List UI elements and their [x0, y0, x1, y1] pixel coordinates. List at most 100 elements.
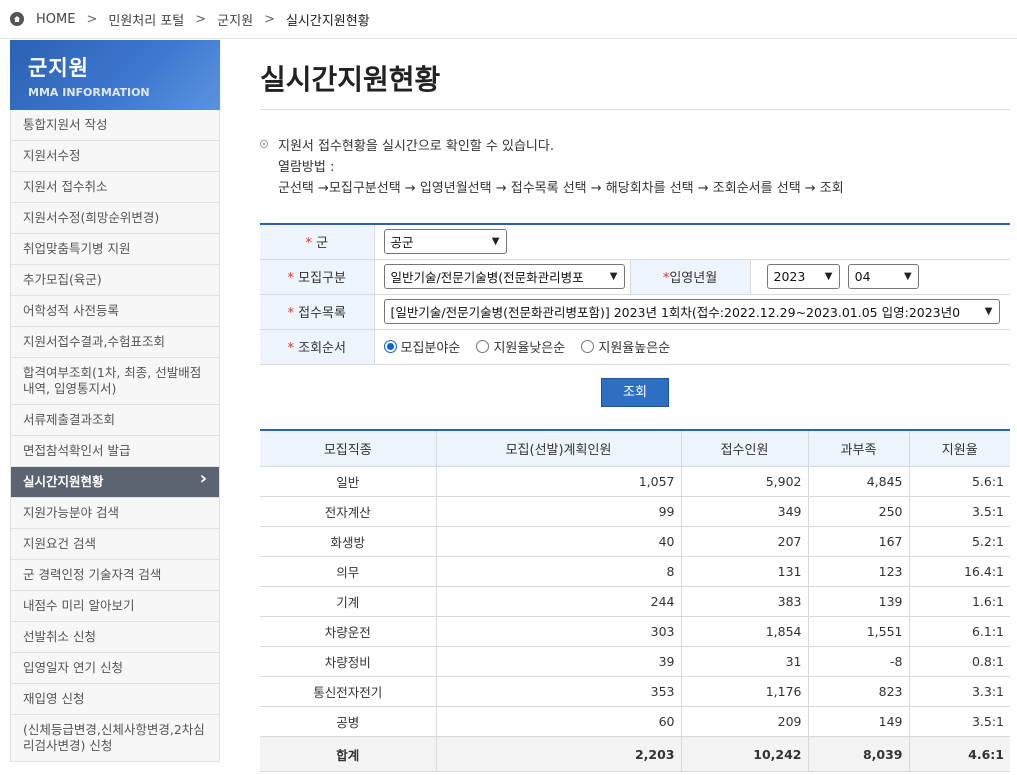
col-header: 모집직종 — [260, 429, 437, 467]
sidebar-item[interactable]: 합격여부조회(1차, 최종, 선발배점내역, 입영통지서) — [10, 358, 220, 405]
sidebar-item[interactable]: 지원서수정 — [10, 141, 220, 172]
sidebar-item[interactable]: (신체등급변경,신체사항변경,2차심리검사변경) 신청 — [10, 715, 220, 762]
table-cell: 209 — [681, 706, 809, 737]
home-icon[interactable] — [10, 12, 24, 26]
table-total-row: 합계 2,203 10,242 8,039 4.6:1 — [260, 736, 1010, 772]
table-cell: 353 — [436, 676, 682, 707]
table-cell: 6.1:1 — [909, 616, 1010, 647]
table-cell: 131 — [681, 556, 809, 587]
col-header: 접수인원 — [681, 429, 809, 467]
table-cell: 일반 — [260, 466, 437, 497]
table-row: 전자계산 99 349 250 3.5:1 — [260, 496, 1010, 527]
sidebar: 군지원 MMA INFORMATION 통합지원서 작성 지원서수정 지원서 접… — [10, 40, 220, 762]
table-cell: 통신전자전기 — [260, 676, 437, 707]
table-cell: 31 — [681, 646, 809, 677]
search-button[interactable]: 조회 — [601, 377, 669, 407]
chevron-down-icon: ▼ — [824, 271, 833, 282]
table-cell: 0.8:1 — [909, 646, 1010, 677]
table-row: 화생방 40 207 167 5.2:1 — [260, 526, 1010, 557]
sidebar-item[interactable]: 군 경력인정 기술자격 검색 — [10, 560, 220, 591]
table-cell: 3.5:1 — [909, 496, 1010, 527]
table-row: 일반 1,057 5,902 4,845 5.6:1 — [260, 466, 1010, 497]
list-select[interactable]: [일반기술/전문기술병(전문화관리병포함)] 2023년 1회차(접수:2022… — [383, 299, 1000, 324]
breadcrumb-home[interactable]: HOME — [36, 12, 75, 27]
table-cell: 99 — [436, 496, 682, 527]
sidebar-item[interactable]: 지원요건 검색 — [10, 529, 220, 560]
sidebar-item[interactable]: 추가모집(육군) — [10, 265, 220, 296]
table-row: 공병 60 209 149 3.5:1 — [260, 706, 1010, 737]
branch-select[interactable]: 공군 ▼ — [383, 229, 507, 255]
table-cell: 1,176 — [681, 676, 809, 707]
table-cell: 123 — [808, 556, 910, 587]
table-row: 통신전자전기 353 1,176 823 3.3:1 — [260, 676, 1010, 707]
sidebar-item-active[interactable]: 실시간지원현황 — [10, 467, 220, 498]
sidebar-item[interactable]: 통합지원서 작성 — [10, 110, 220, 141]
radio-icon[interactable] — [581, 339, 595, 353]
sidebar-item[interactable]: 지원가능분야 검색 — [10, 498, 220, 529]
radio-checked-icon[interactable] — [383, 339, 397, 353]
table-body: 일반 1,057 5,902 4,845 5.6:1 전자계산 99 349 250 3.5:1 화… — [260, 466, 1010, 772]
desc-line-3: 군선택 →모집구분선택 → 입영년월선택 → 접수목록 선택 → 해당회차를 선… — [278, 181, 844, 196]
table-cell: 8,039 — [808, 736, 910, 772]
sidebar-item[interactable]: 면접참석확인서 발급 — [10, 436, 220, 467]
breadcrumb-item-portal[interactable]: 민원처리 포털 — [108, 10, 184, 29]
table-cell: 383 — [681, 586, 809, 617]
order-radio-field[interactable]: 모집분야순 — [383, 337, 460, 356]
page-description: 지원서 접수현황을 실시간으로 확인할 수 있습니다. 열람방법 : 군선택 →… — [260, 136, 1010, 199]
table-cell: 60 — [436, 706, 682, 737]
table-row: 의무 8 131 123 16.4:1 — [260, 556, 1010, 587]
desc-line-1: 지원서 접수현황을 실시간으로 확인할 수 있습니다. — [278, 139, 554, 154]
table-cell: 3.3:1 — [909, 676, 1010, 707]
breadcrumb-current: 실시간지원현황 — [285, 13, 370, 29]
table-cell: 1.6:1 — [909, 586, 1010, 617]
chevron-right-icon: > — [195, 11, 207, 27]
table-cell: 차량정비 — [260, 646, 437, 677]
category-label: * 모집구분 — [260, 259, 375, 295]
order-radio-high[interactable]: 지원율높은순 — [581, 337, 670, 356]
radio-icon[interactable] — [476, 339, 490, 353]
year-select[interactable]: 2023 ▼ — [766, 264, 840, 289]
table-cell: 5,902 — [681, 466, 809, 497]
table-cell: 화생방 — [260, 526, 437, 557]
table-row: 기계 244 383 139 1.6:1 — [260, 586, 1010, 617]
table-cell: 39 — [436, 646, 682, 677]
table-cell: 3.5:1 — [909, 706, 1010, 737]
chevron-down-icon: ▼ — [491, 236, 500, 248]
month-select[interactable]: 04 ▼ — [847, 264, 919, 289]
sidebar-item[interactable]: 내점수 미리 알아보기 — [10, 591, 220, 622]
table-cell: 4.6:1 — [909, 736, 1010, 772]
table-cell: 10,242 — [681, 736, 809, 772]
table-cell: 의무 — [260, 556, 437, 587]
sidebar-title: 군지원 — [28, 56, 89, 80]
table-cell: 기계 — [260, 586, 437, 617]
table-cell: 349 — [681, 496, 809, 527]
table-cell: 823 — [808, 676, 910, 707]
col-header: 과부족 — [808, 429, 910, 467]
table-cell: 1,854 — [681, 616, 809, 647]
sidebar-item[interactable]: 입영일자 연기 신청 — [10, 653, 220, 684]
order-radio-low[interactable]: 지원율낮은순 — [476, 337, 565, 356]
search-form: * 군 공군 ▼ * 모집구분 일반기술/전문기술병(전문화관리병포 ▼ *입영년월… — [260, 223, 1010, 365]
order-label: * 조회순서 — [260, 329, 375, 365]
chevron-right-icon: > — [86, 11, 98, 27]
table-cell: 1,057 — [436, 466, 682, 497]
table-cell: 차량운전 — [260, 616, 437, 647]
sidebar-item[interactable]: 재입영 신청 — [10, 684, 220, 715]
sidebar-item[interactable]: 지원서수정(희망순위변경) — [10, 203, 220, 234]
sidebar-item[interactable]: 선발취소 신청 — [10, 622, 220, 653]
sidebar-item[interactable]: 서류제출결과조회 — [10, 405, 220, 436]
chevron-down-icon: ▼ — [903, 271, 912, 282]
sidebar-item[interactable]: 어학성적 사전등록 — [10, 296, 220, 327]
breadcrumb-item-support[interactable]: 군지원 — [217, 10, 253, 29]
col-header: 모집(선발)계획인원 — [436, 429, 682, 467]
sidebar-item[interactable]: 지원서 접수취소 — [10, 172, 220, 203]
sidebar-item[interactable]: 지원서접수결과,수험표조회 — [10, 327, 220, 358]
table-cell: 4,845 — [808, 466, 910, 497]
table-cell: 2,203 — [436, 736, 682, 772]
table-cell: 전자계산 — [260, 496, 437, 527]
category-select[interactable]: 일반기술/전문기술병(전문화관리병포 ▼ — [383, 264, 625, 289]
table-cell: 5.2:1 — [909, 526, 1010, 557]
sidebar-item[interactable]: 취업맞춤특기병 지원 — [10, 234, 220, 265]
table-cell: 5.6:1 — [909, 466, 1010, 497]
page-title: 실시간지원현황 — [260, 40, 1010, 110]
